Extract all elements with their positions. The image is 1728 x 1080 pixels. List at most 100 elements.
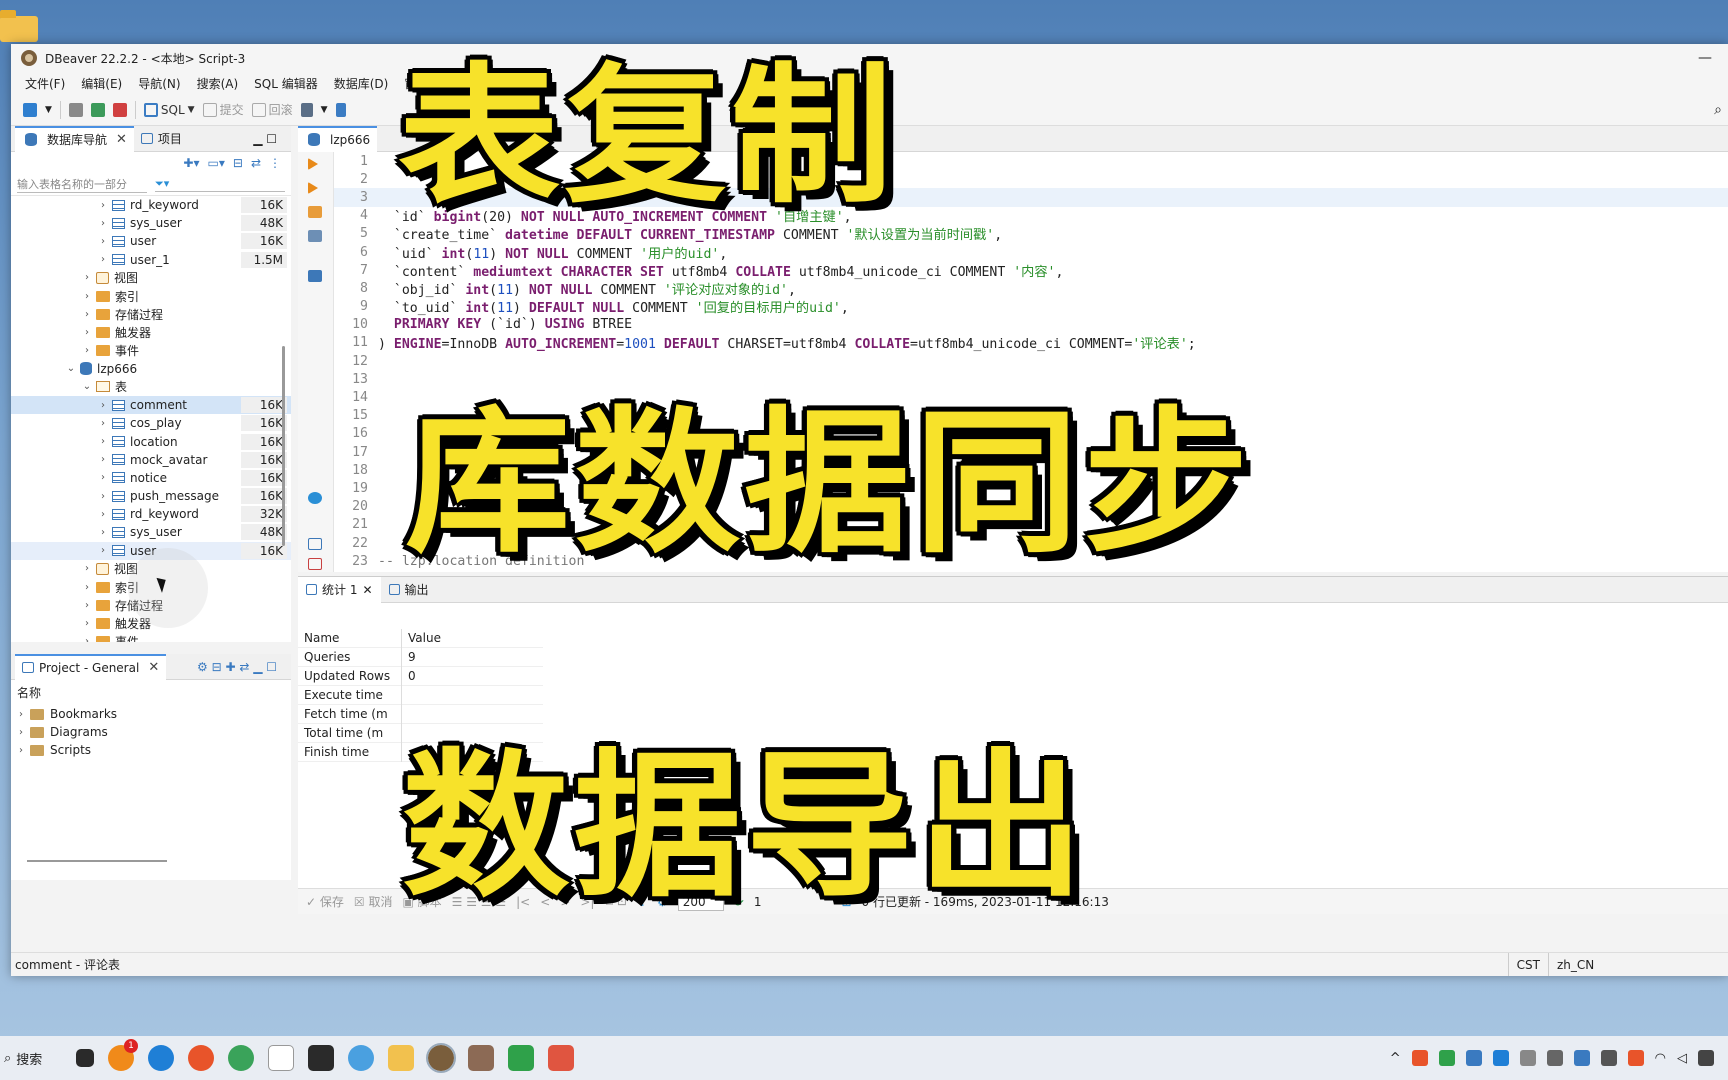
tree-item[interactable]: › sys_user 48K <box>11 214 291 232</box>
reconnect-icon[interactable] <box>90 102 105 117</box>
chevron-right-icon[interactable]: › <box>97 418 109 429</box>
menu-item-5[interactable]: 数据库(D) <box>326 75 397 92</box>
tree-item[interactable]: › sys_user 48K <box>11 523 291 541</box>
tree-item[interactable]: › user_1 1.5M <box>11 251 291 269</box>
tree-item[interactable]: › location 16K <box>11 432 291 450</box>
ime-icon[interactable] <box>1600 1050 1617 1066</box>
chevron-right-icon[interactable]: › <box>81 291 93 302</box>
taskbar-search[interactable]: ⌕ 搜索 <box>0 1049 70 1068</box>
table-row[interactable]: Execute time <box>298 685 543 705</box>
link-editor-icon[interactable]: ⇄ <box>251 156 261 170</box>
tree-item[interactable]: › 触发器 <box>11 323 291 341</box>
new-connection-icon[interactable]: ✚▾ <box>183 156 199 170</box>
chevron-down-icon[interactable]: ▼ <box>45 105 52 115</box>
save-button[interactable]: ✓ 保存 <box>306 893 344 910</box>
chevron-right-icon[interactable]: › <box>81 327 93 338</box>
new-script-icon[interactable] <box>308 538 322 550</box>
tab-db-navigator[interactable]: 数据库导航 ✕ <box>15 125 134 152</box>
collapse-all-icon[interactable]: ⊟ <box>233 156 243 170</box>
chat-app-icon[interactable]: 1 <box>108 1039 138 1071</box>
chevron-right-icon[interactable]: › <box>97 218 109 229</box>
minimize-panel-icon[interactable]: ▁ ☐ <box>253 132 277 146</box>
execute-script-icon[interactable] <box>308 206 322 218</box>
tab-output[interactable]: 输出 <box>381 577 437 603</box>
chevron-down-icon[interactable]: ⌄ <box>81 381 93 392</box>
commit-button[interactable]: 提交 <box>202 101 244 118</box>
tree-item[interactable]: › mock_avatar 16K <box>11 451 291 469</box>
chevron-right-icon[interactable]: › <box>97 527 109 538</box>
chevron-down-icon[interactable]: ⌄ <box>65 363 77 374</box>
disconnect-icon[interactable] <box>112 102 127 117</box>
tree-item[interactable]: ⌄ 表 <box>11 378 291 396</box>
tray-app-icon[interactable] <box>1411 1050 1428 1066</box>
tree-item[interactable]: ⌄ lzp666 <box>11 360 291 378</box>
scrollbar[interactable] <box>27 860 167 862</box>
chevron-up-icon[interactable]: ^ <box>1390 1051 1401 1066</box>
file-explorer-icon[interactable] <box>388 1045 414 1071</box>
edge-icon[interactable] <box>148 1045 174 1071</box>
close-icon[interactable]: ✕ <box>148 660 159 675</box>
cloud-icon[interactable] <box>1519 1050 1536 1066</box>
tab-statistics[interactable]: 统计 1 ✕ <box>298 576 381 603</box>
chevron-right-icon[interactable]: › <box>81 636 93 642</box>
red-app-icon[interactable] <box>548 1045 574 1071</box>
menu-item-1[interactable]: 编辑(E) <box>73 75 130 92</box>
chevron-right-icon[interactable]: › <box>15 745 27 756</box>
filter-input[interactable]: 输入表格名称的一部分 <box>17 176 147 193</box>
output-icon[interactable] <box>308 270 322 282</box>
chevron-right-icon[interactable]: › <box>81 600 93 611</box>
firefox-icon[interactable] <box>188 1045 214 1071</box>
tree-item[interactable]: › push_message 16K <box>11 487 291 505</box>
chevron-right-icon[interactable]: › <box>97 509 109 520</box>
tree-item[interactable]: › 索引 <box>11 287 291 305</box>
chevron-right-icon[interactable]: › <box>81 618 93 629</box>
image-app-icon[interactable] <box>468 1045 494 1071</box>
table-row[interactable]: Updated Rows 0 <box>298 666 543 686</box>
filter-icon[interactable]: ⏷▾ <box>155 177 285 192</box>
chevron-right-icon[interactable]: › <box>97 454 109 465</box>
tab-editor-lzp666[interactable]: lzp666 <box>298 125 378 152</box>
search-icon[interactable]: ⌕ <box>1714 102 1722 118</box>
tab-project[interactable]: 项目 <box>134 126 189 152</box>
menu-item-4[interactable]: SQL 编辑器 <box>246 75 326 92</box>
tree-item[interactable]: › notice 16K <box>11 469 291 487</box>
gear-icon[interactable] <box>308 492 322 504</box>
desktop-folder-icon[interactable] <box>0 10 38 42</box>
chevron-right-icon[interactable]: › <box>97 236 109 247</box>
project-item[interactable]: › Bookmarks <box>11 705 291 723</box>
chevron-right-icon[interactable]: › <box>81 582 93 593</box>
volume-icon[interactable]: ◁ <box>1677 1051 1687 1066</box>
more-icon[interactable]: ⋮ <box>269 156 281 170</box>
chevron-right-icon[interactable]: › <box>81 345 93 356</box>
chevron-right-icon[interactable]: › <box>97 472 109 483</box>
explain-icon[interactable] <box>308 230 322 242</box>
battery-icon[interactable] <box>1698 1050 1714 1066</box>
plug-icon[interactable] <box>68 102 83 117</box>
tray-app-icon[interactable] <box>1627 1050 1644 1066</box>
microphone-icon[interactable] <box>1573 1050 1590 1066</box>
chevron-down-icon[interactable]: ▼ <box>321 105 328 115</box>
close-icon[interactable]: ✕ <box>116 132 127 147</box>
minimize-button[interactable]: — <box>1682 50 1728 66</box>
new-folder-icon[interactable]: ▭▾ <box>208 156 225 170</box>
open-script-icon[interactable] <box>308 558 322 570</box>
chrome-icon[interactable] <box>228 1045 254 1071</box>
sublime-icon[interactable] <box>308 1045 334 1071</box>
tree-item[interactable]: › user 16K <box>11 232 291 250</box>
tree-item[interactable]: › cos_play 16K <box>11 414 291 432</box>
chevron-right-icon[interactable]: › <box>81 309 93 320</box>
connect-icon[interactable] <box>23 102 37 117</box>
chevron-right-icon[interactable]: › <box>97 200 109 211</box>
cancel-button[interactable]: ☒ 取消 <box>354 893 393 910</box>
table-row[interactable]: Queries 9 <box>298 647 543 667</box>
typora-icon[interactable] <box>268 1045 294 1071</box>
tray-app-icon[interactable] <box>1465 1050 1482 1066</box>
menu-item-3[interactable]: 搜索(A) <box>189 75 247 92</box>
chevron-right-icon[interactable]: › <box>97 436 109 447</box>
chevron-right-icon[interactable]: › <box>97 545 109 556</box>
close-icon[interactable]: ✕ <box>362 583 372 597</box>
scrollbar[interactable] <box>282 346 285 546</box>
tree-item[interactable]: › comment 16K <box>11 396 291 415</box>
tree-item[interactable]: › 事件 <box>11 633 291 642</box>
green-app-icon[interactable] <box>508 1045 534 1071</box>
